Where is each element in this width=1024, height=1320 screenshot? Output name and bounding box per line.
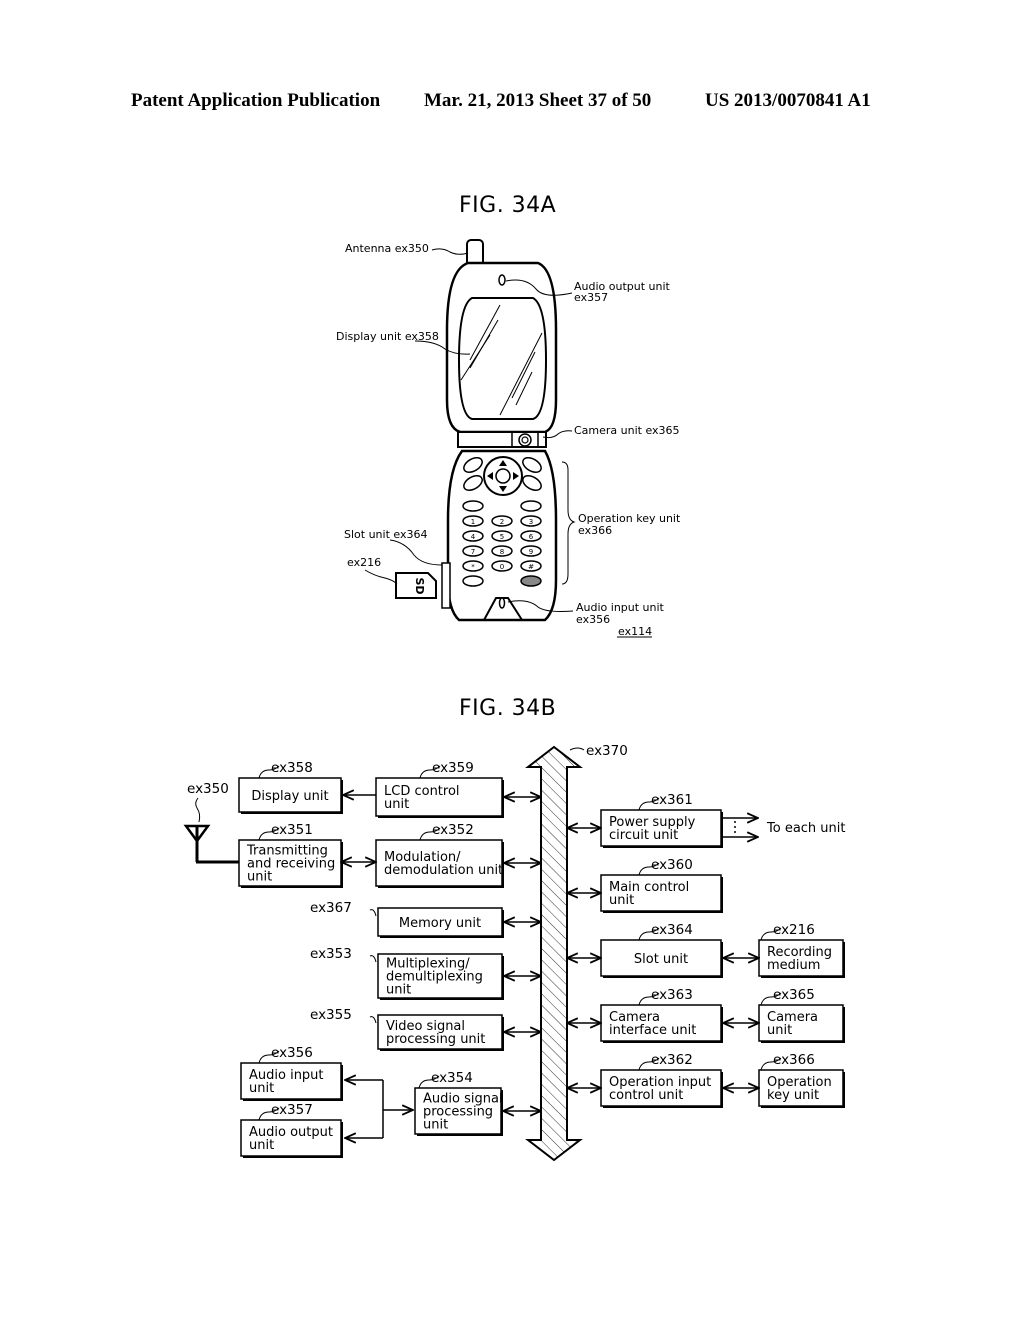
- block-ref: ex352: [432, 822, 474, 838]
- block-slot: Slot unit ex364: [600, 922, 723, 978]
- block-label: key unit: [767, 1088, 819, 1103]
- block-label: unit: [384, 797, 409, 812]
- block-display: Display unit ex358: [238, 760, 343, 814]
- block-label: Slot unit: [634, 952, 688, 967]
- block-op-key: Operationkey unitex366: [758, 1052, 845, 1108]
- block-trx: Transmittingand receivingunitex351: [238, 822, 343, 888]
- block-main: Main controlunitex360: [600, 857, 723, 913]
- block-label: demodulation unit: [384, 863, 503, 878]
- block-ref: ex353: [310, 946, 352, 962]
- block-label: processing unit: [386, 1032, 485, 1047]
- block-label: unit: [609, 893, 634, 908]
- block-ref: ex357: [271, 1102, 313, 1118]
- antenna-ref: ex350: [187, 781, 229, 797]
- block-recording: Recordingmediumex216: [758, 922, 845, 978]
- block-ref: ex358: [271, 760, 313, 776]
- to-each-unit-label: To each unit: [766, 821, 846, 836]
- block-label: circuit unit: [609, 828, 678, 843]
- block-audio-out: Audio outputunitex357: [240, 1102, 343, 1158]
- block-label: Memory unit: [399, 916, 481, 931]
- block-audio-sig: Audio signalprocessingunitex354: [414, 1070, 503, 1136]
- block-ref: ex365: [773, 987, 815, 1003]
- block-ref: ex364: [651, 922, 693, 938]
- block-label: medium: [767, 958, 820, 973]
- block-ref: ex367: [310, 900, 352, 916]
- bus-ref: ex370: [586, 743, 628, 759]
- block-cam-if: Camerainterface unitex363: [600, 987, 723, 1043]
- block-mux: Multiplexing/demultiplexingunitex353: [310, 946, 504, 1000]
- block-label: unit: [386, 983, 411, 998]
- block-label: unit: [249, 1138, 274, 1153]
- block-ref: ex216: [773, 922, 815, 938]
- block-power: Power supplycircuit unitex361: [600, 792, 723, 848]
- block-label: control unit: [609, 1088, 683, 1103]
- block-ref: ex351: [271, 822, 313, 838]
- block-label: unit: [423, 1118, 448, 1133]
- block-label: unit: [249, 1081, 274, 1096]
- block-label: Display unit: [251, 789, 328, 804]
- block-ref: ex363: [651, 987, 693, 1003]
- block-video: Video signalprocessing unitex355: [310, 1007, 504, 1051]
- block-mod: Modulation/demodulation unitex352: [375, 822, 504, 888]
- antenna-symbol-icon: [183, 797, 240, 864]
- fig-34b-diagram: ex370 ex350 Display unitex358LCD control…: [183, 743, 846, 1162]
- block-label: unit: [767, 1023, 792, 1038]
- block-ref: ex359: [432, 760, 474, 776]
- block-ref: ex361: [651, 792, 693, 808]
- block-label: interface unit: [609, 1023, 696, 1038]
- block-ref: ex354: [431, 1070, 473, 1086]
- block-ref: ex360: [651, 857, 693, 873]
- block-label: unit: [247, 870, 272, 885]
- bus-ex370: [525, 745, 583, 1162]
- block-ref: ex355: [310, 1007, 352, 1023]
- block-audio-in: Audio inputunitex356: [240, 1045, 343, 1101]
- block-ref: ex362: [651, 1052, 693, 1068]
- block-camera: Cameraunitex365: [758, 987, 845, 1043]
- block-lcd: LCD controlunitex359: [375, 760, 504, 818]
- block-op-input: Operation inputcontrol unitex362: [600, 1052, 723, 1108]
- block-ref: ex356: [271, 1045, 313, 1061]
- block-memory: Memory unit ex367: [310, 900, 504, 938]
- block-ref: ex366: [773, 1052, 815, 1068]
